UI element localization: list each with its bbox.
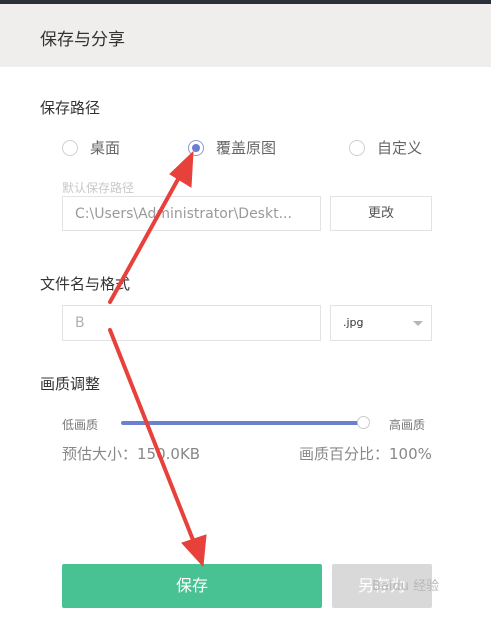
radio-custom-label: 自定义	[377, 139, 423, 157]
arrow-to-save-shaft	[108, 328, 197, 547]
baidu-watermark: Baidu 经验	[372, 579, 440, 594]
radio-overwrite-original[interactable]: 覆盖原图	[188, 137, 276, 158]
quality-percent: 画质百分比：100%	[299, 445, 432, 463]
quality-slider-track[interactable]	[121, 421, 363, 425]
quality-heading: 画质调整	[40, 375, 101, 393]
radio-desktop-label: 桌面	[90, 139, 121, 157]
low-quality-label: 低画质	[62, 418, 99, 432]
format-select-value: .jpg	[343, 316, 364, 329]
radio-circle-icon	[62, 139, 78, 156]
quality-slider-handle[interactable]	[357, 416, 370, 429]
radio-custom[interactable]: 自定义	[349, 137, 422, 158]
filename-input[interactable]: B	[62, 305, 321, 341]
dialog-title: 保存与分享	[40, 30, 125, 50]
radio-circle-icon	[349, 139, 365, 156]
default-path-hint: 默认保存路径	[62, 181, 135, 195]
save-path-heading: 保存路径	[40, 99, 101, 117]
save-path-field: C:\Users\Administrator\Deskt...	[62, 196, 321, 231]
format-select[interactable]: .jpg	[330, 305, 432, 341]
high-quality-label: 高画质	[389, 418, 426, 432]
save-button[interactable]: 保存	[62, 564, 322, 608]
estimated-size: 预估大小：150.0KB	[62, 445, 201, 463]
dialog-header: 保存与分享	[0, 4, 491, 67]
radio-desktop[interactable]: 桌面	[62, 137, 120, 158]
filename-format-heading: 文件名与格式	[40, 275, 131, 293]
radio-overwrite-label: 覆盖原图	[216, 139, 277, 157]
change-path-button[interactable]: 更改	[330, 196, 432, 231]
radio-checked-icon	[188, 139, 204, 156]
chevron-down-icon	[413, 321, 423, 326]
arrow-to-save-head	[181, 534, 207, 568]
